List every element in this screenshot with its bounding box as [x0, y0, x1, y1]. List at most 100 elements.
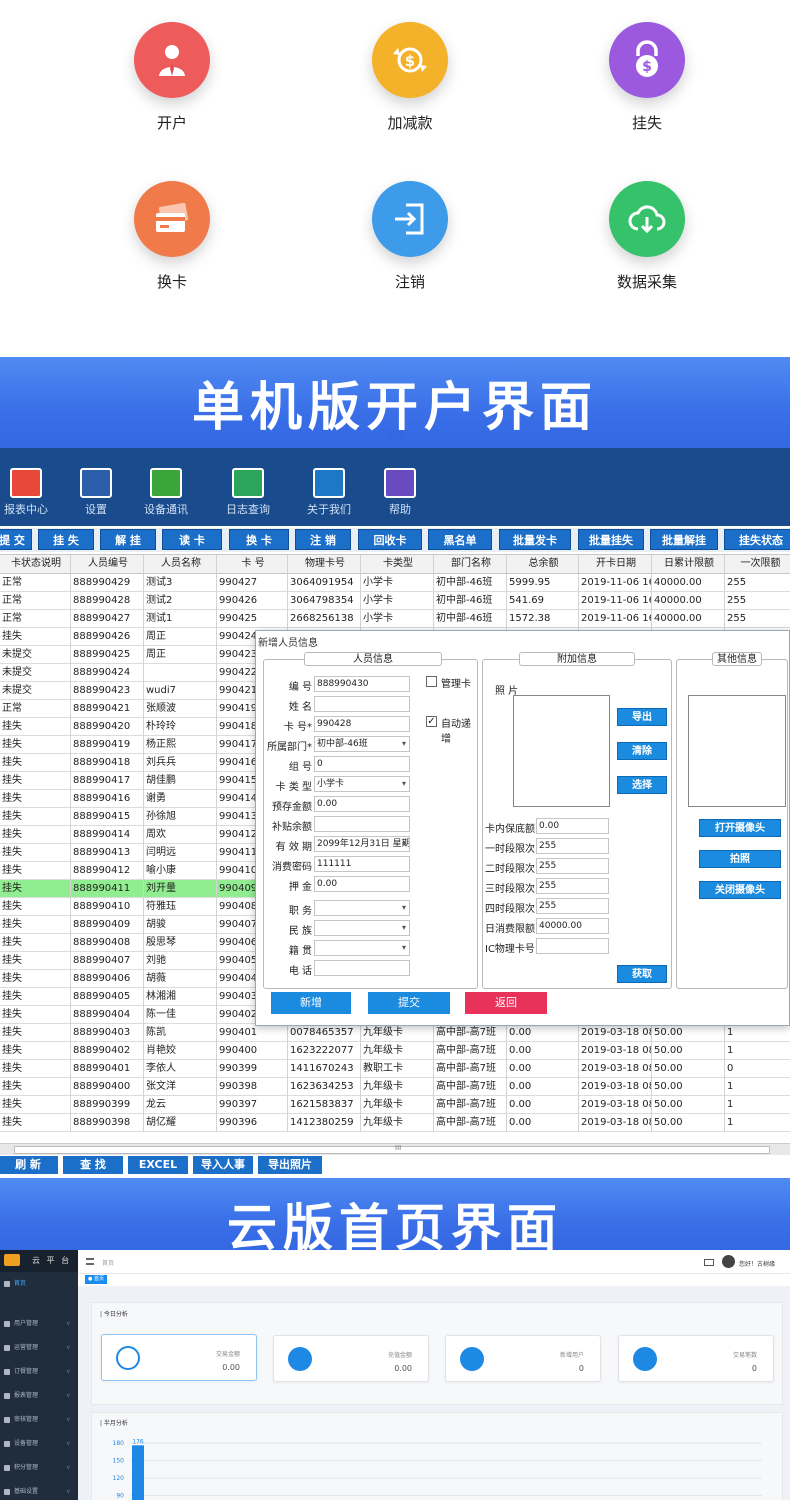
action-button[interactable]: 批量发卡	[499, 529, 571, 550]
column-header[interactable]: 卡状态说明	[0, 555, 71, 573]
column-header[interactable]: 物理卡号	[288, 555, 361, 573]
sidebar-item-report[interactable]: 报表管理 v	[0, 1386, 78, 1406]
mail-icon[interactable]	[704, 1259, 714, 1266]
action-button[interactable]: 批量挂失	[578, 529, 644, 550]
form-field[interactable]: 初中部-46班	[314, 736, 410, 752]
form-field[interactable]	[314, 920, 410, 936]
bottom-button[interactable]: EXCEL	[128, 1156, 188, 1174]
stat-card[interactable]: 新增用户 0	[445, 1335, 601, 1382]
column-header[interactable]: 日累计限额	[652, 555, 725, 573]
action-button[interactable]: 批量解挂	[650, 529, 718, 550]
camera-button[interactable]: 拍照	[699, 850, 781, 868]
form-field[interactable]: 111111	[314, 856, 410, 872]
toolbar-help[interactable]: 帮助	[368, 468, 432, 517]
form-field[interactable]: 0	[314, 756, 410, 772]
form-field[interactable]	[314, 696, 410, 712]
auto-increment-checkbox[interactable]: ✓	[426, 716, 437, 727]
stat-card[interactable]: 交易笔数 0	[618, 1335, 774, 1382]
photo-button[interactable]: 清除	[617, 742, 667, 760]
table-row[interactable]: 挂失 888990402 肖艳姣 990400 1623222077 九年级卡 高中部-高7…	[0, 1042, 790, 1060]
feature-logout[interactable]: 注销	[330, 181, 490, 292]
form-field[interactable]: 0.00	[314, 796, 410, 812]
bottom-button[interactable]: 导出照片	[258, 1156, 322, 1174]
form-field[interactable]: 0.00	[314, 876, 410, 892]
feature-cloud-download[interactable]: 数据采集	[567, 181, 727, 292]
camera-button[interactable]: 关闭摄像头	[699, 881, 781, 899]
column-header[interactable]: 开卡日期	[579, 555, 652, 573]
table-row[interactable]: 正常 888990428 测试2 990426 3064798354 小学卡 初中部-46班…	[0, 592, 790, 610]
table-row[interactable]: 挂失 888990400 张文洋 990398 1623634253 九年级卡 高中部-高7…	[0, 1078, 790, 1096]
toolbar-item[interactable]: 设备通讯	[134, 468, 198, 517]
limit-field[interactable]	[536, 938, 609, 954]
table-row[interactable]: 挂失 888990399 龙云 990397 1621583837 九年级卡 高中部-高7班…	[0, 1096, 790, 1114]
action-button[interactable]: 挂失状态	[724, 529, 790, 550]
action-button[interactable]: 换 卡	[229, 529, 289, 550]
menu-toggle-icon[interactable]	[86, 1258, 94, 1265]
back-button[interactable]: 返回	[465, 992, 547, 1014]
column-header[interactable]: 人员名称	[144, 555, 217, 573]
toolbar-item[interactable]: 报表中心	[0, 468, 58, 517]
limit-field[interactable]: 0.00	[536, 818, 609, 834]
table-row[interactable]: 正常 888990429 测试3 990427 3064091954 小学卡 初中部-46班…	[0, 574, 790, 592]
sidebar-item-points[interactable]: 积分管理 v	[0, 1458, 78, 1478]
horizontal-scrollbar[interactable]: III	[0, 1143, 790, 1155]
sidebar-item-settings[interactable]: 基础设置 v	[0, 1482, 78, 1500]
limit-field[interactable]: 40000.00	[536, 918, 609, 934]
photo-button[interactable]: 选择	[617, 776, 667, 794]
feature-money-exchange[interactable]: $ 加减款	[330, 22, 490, 133]
user-greeting[interactable]: 您好！古树缘	[739, 1259, 775, 1268]
bottom-button[interactable]: 导入人事	[193, 1156, 253, 1174]
action-button[interactable]: 解 挂	[100, 529, 156, 550]
toolbar-item[interactable]: 日志查询	[216, 468, 280, 517]
form-field[interactable]	[314, 960, 410, 976]
camera-button[interactable]: 打开摄像头	[699, 819, 781, 837]
sidebar-item-home[interactable]: 首页	[0, 1274, 78, 1294]
fetch-button[interactable]: 获取	[617, 965, 667, 983]
feature-card[interactable]: 换卡	[92, 181, 252, 292]
admin-card-checkbox[interactable]	[426, 676, 437, 687]
bottom-button[interactable]: 刷 新	[0, 1156, 58, 1174]
action-button[interactable]: 回收卡	[358, 529, 422, 550]
sidebar-item-user[interactable]: 用户管理 v	[0, 1314, 78, 1334]
form-field[interactable]: 888990430	[314, 676, 410, 692]
limit-field[interactable]: 255	[536, 878, 609, 894]
sidebar-item-device[interactable]: 设备管理 v	[0, 1434, 78, 1454]
limit-field[interactable]: 255	[536, 838, 609, 854]
feature-user[interactable]: 开户	[92, 22, 252, 133]
sidebar-item-audit[interactable]: 审核管理 v	[0, 1410, 78, 1430]
stat-card[interactable]: 充值金额 0.00	[273, 1335, 429, 1382]
add-button[interactable]: 新增	[271, 992, 351, 1014]
limit-field[interactable]: 255	[536, 858, 609, 874]
form-field[interactable]	[314, 816, 410, 832]
table-row[interactable]: 正常 888990427 测试1 990425 2668256138 小学卡 初中部-46班…	[0, 610, 790, 628]
sidebar-item-order[interactable]: 订餐管理 v	[0, 1362, 78, 1382]
table-row[interactable]: 挂失 888990401 李依人 990399 1411670243 教职工卡 高中部-高7…	[0, 1060, 790, 1078]
avatar-icon[interactable]	[722, 1255, 735, 1268]
form-field[interactable]: 2099年12月31日 星期	[314, 836, 410, 852]
action-button[interactable]: 黑名单	[428, 529, 492, 550]
feature-lock[interactable]: $ 挂失	[567, 22, 727, 133]
sidebar-item-operation[interactable]: 运营管理 v	[0, 1338, 78, 1358]
submit-button[interactable]: 提交	[368, 992, 450, 1014]
stat-card[interactable]: 交易金额 0.00	[101, 1334, 257, 1381]
form-field[interactable]: 小学卡	[314, 776, 410, 792]
limit-field[interactable]: 255	[536, 898, 609, 914]
tab-home[interactable]: ● 首页	[85, 1275, 107, 1284]
action-button[interactable]: 提 交	[0, 529, 32, 550]
action-button[interactable]: 读 卡	[162, 529, 222, 550]
column-header[interactable]: 卡 号	[217, 555, 288, 573]
column-header[interactable]: 卡类型	[361, 555, 434, 573]
table-row[interactable]: 挂失 888990398 胡亿耀 990396 1412380259 九年级卡 高中部-高7…	[0, 1114, 790, 1132]
scrollbar-thumb[interactable]: III	[14, 1144, 770, 1154]
column-header[interactable]: 一次限额	[725, 555, 790, 573]
form-field[interactable]	[314, 900, 410, 916]
column-header[interactable]: 人员编号	[71, 555, 144, 573]
toolbar-item[interactable]: 关于我们	[297, 468, 361, 517]
photo-button[interactable]: 导出	[617, 708, 667, 726]
action-button[interactable]: 注 销	[295, 529, 351, 550]
table-row[interactable]: 挂失 888990403 陈凯 990401 0078465357 九年级卡 高中部-高7班…	[0, 1024, 790, 1042]
toolbar-item[interactable]: 设置	[64, 468, 128, 517]
form-field[interactable]	[314, 940, 410, 956]
action-button[interactable]: 挂 失	[38, 529, 94, 550]
bottom-button[interactable]: 查 找	[63, 1156, 123, 1174]
